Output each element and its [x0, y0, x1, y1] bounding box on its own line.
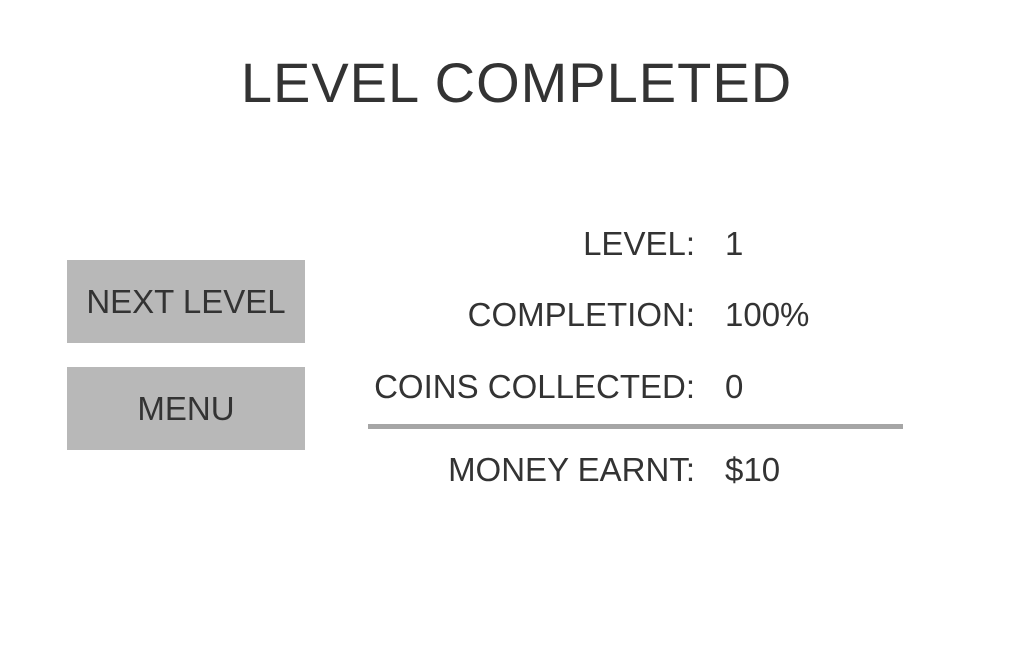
completion-label: COMPLETION:: [467, 296, 695, 333]
level-completed-title: LEVEL COMPLETED: [240, 51, 793, 114]
menu-button-label: MENU: [137, 389, 235, 427]
money-earnt-value: $10: [725, 451, 781, 488]
level-value: 1: [725, 225, 744, 262]
level-label: LEVEL:: [583, 225, 695, 262]
completion-value: 100%: [725, 296, 810, 333]
next-level-button-label: NEXT LEVEL: [86, 282, 286, 320]
coins-collected-label: COINS COLLECTED:: [374, 368, 695, 405]
next-level-button[interactable]: NEXT LEVEL: [67, 260, 305, 343]
summary-divider: [368, 424, 903, 429]
menu-button[interactable]: MENU: [67, 367, 305, 450]
coins-collected-value: 0: [725, 368, 744, 405]
money-earnt-label: MONEY EARNT:: [448, 451, 695, 488]
